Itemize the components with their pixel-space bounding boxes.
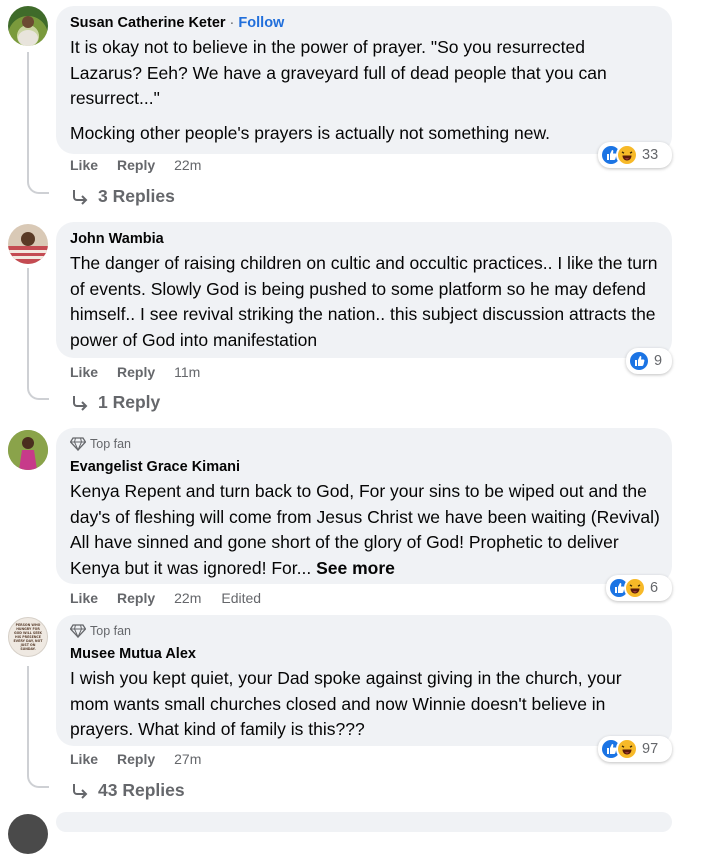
reply-button[interactable]: Reply: [117, 157, 155, 173]
avatar-photo: [18, 16, 38, 46]
thread-line: [27, 666, 29, 774]
view-replies-link[interactable]: 1 Reply: [70, 392, 160, 413]
author-name[interactable]: Evangelist Grace Kimani: [70, 459, 240, 475]
view-replies-link[interactable]: 43 Replies: [70, 780, 185, 801]
haha-reaction-icon: [616, 144, 638, 166]
avatar-caption: PERSON WHO HUNGRY FOR GOD WILL SEEK HIS …: [13, 623, 43, 651]
author-name[interactable]: John Wambia: [70, 231, 164, 247]
thread-line: [27, 178, 49, 194]
comment-paragraph: I wish you kept quiet, your Dad spoke ag…: [70, 668, 622, 739]
reaction-summary[interactable]: 9: [626, 348, 672, 374]
separator: ·: [225, 15, 239, 31]
author-name[interactable]: Susan Catherine Keter: [70, 15, 226, 31]
reaction-count: 9: [654, 353, 663, 369]
haha-reaction-icon: [624, 577, 646, 599]
comment-bubble: Top fan Evangelist Grace Kimani Kenya Re…: [56, 428, 672, 584]
reaction-summary[interactable]: 97: [598, 736, 672, 762]
avatar-photo: [8, 232, 48, 264]
thread-line: [27, 384, 49, 400]
reaction-count: 97: [642, 741, 659, 757]
timestamp[interactable]: 27m: [174, 751, 201, 767]
author-line: Musee Mutua Alex: [70, 645, 660, 663]
comment-text: I wish you kept quiet, your Dad spoke ag…: [70, 666, 660, 743]
like-button[interactable]: Like: [70, 364, 98, 380]
replies-count: 3 Replies: [98, 186, 175, 206]
comment-bubble: Susan Catherine Keter · Follow It is oka…: [56, 6, 672, 154]
timestamp[interactable]: 11m: [174, 364, 200, 380]
replies-count: 1 Reply: [98, 392, 161, 412]
diamond-badge-icon: [70, 624, 86, 638]
like-reaction-icon: [628, 350, 650, 372]
avatar-photo: [8, 430, 48, 470]
reaction-count: 6: [650, 580, 659, 596]
reply-arrow-icon: [73, 395, 88, 411]
author-line: John Wambia: [70, 230, 660, 248]
timestamp[interactable]: 22m: [174, 157, 201, 173]
reply-arrow-icon: [73, 189, 88, 205]
like-button[interactable]: Like: [70, 590, 98, 606]
comment-actions: Like Reply 27m: [70, 750, 221, 768]
comment-paragraph: Kenya Repent and turn back to God, For y…: [70, 479, 660, 581]
comment-actions: Like Reply 11m: [70, 363, 220, 381]
reaction-summary[interactable]: 33: [598, 142, 672, 168]
comment-bubble: John Wambia The danger of raising childr…: [56, 222, 672, 358]
avatar[interactable]: [8, 6, 48, 46]
top-fan-badge: Top fan: [70, 623, 660, 639]
reply-button[interactable]: Reply: [117, 364, 155, 380]
reply-button[interactable]: Reply: [117, 590, 155, 606]
author-line: Evangelist Grace Kimani: [70, 458, 660, 476]
avatar[interactable]: [8, 224, 48, 264]
diamond-badge-icon: [70, 437, 86, 451]
reaction-count: 33: [642, 147, 659, 163]
like-button[interactable]: Like: [70, 751, 98, 767]
like-button[interactable]: Like: [70, 157, 98, 173]
reaction-summary[interactable]: 6: [606, 575, 672, 601]
follow-button[interactable]: Follow: [238, 15, 284, 31]
author-line: Susan Catherine Keter · Follow: [70, 14, 660, 32]
view-replies-link[interactable]: 3 Replies: [70, 186, 175, 207]
thread-line: [27, 772, 49, 788]
comment-bubble: Top fan Musee Mutua Alex I wish you kept…: [56, 615, 672, 746]
top-fan-badge: Top fan: [70, 436, 660, 452]
see-more-link[interactable]: See more: [316, 558, 395, 578]
haha-reaction-icon: [616, 738, 638, 760]
comment-text: The danger of raising children on cultic…: [70, 251, 660, 353]
top-fan-label: Top fan: [90, 624, 132, 638]
thread-line: [27, 52, 29, 180]
comment-text: Kenya Repent and turn back to God, For y…: [70, 479, 660, 581]
comment-paragraph: The danger of raising children on cultic…: [70, 253, 658, 350]
avatar[interactable]: PERSON WHO HUNGRY FOR GOD WILL SEEK HIS …: [8, 617, 48, 657]
reply-button[interactable]: Reply: [117, 751, 155, 767]
comment-paragraph: It is okay not to believe in the power o…: [70, 37, 607, 108]
comment-bubble: [56, 812, 672, 832]
timestamp[interactable]: 22m: [174, 590, 201, 606]
comment-actions: Like Reply 22m Edited: [70, 589, 261, 607]
thread-line: [27, 268, 29, 386]
comment-paragraph: Mocking other people's prayers is actual…: [70, 122, 550, 143]
reply-arrow-icon: [73, 783, 88, 799]
avatar[interactable]: [8, 814, 48, 854]
top-fan-label: Top fan: [90, 437, 132, 451]
replies-count: 43 Replies: [98, 780, 185, 800]
comment-actions: Like Reply 22m: [70, 156, 221, 174]
author-name[interactable]: Musee Mutua Alex: [70, 646, 196, 662]
avatar[interactable]: [8, 430, 48, 470]
edited-label: Edited: [221, 590, 262, 606]
comment-text: It is okay not to believe in the power o…: [70, 35, 660, 146]
